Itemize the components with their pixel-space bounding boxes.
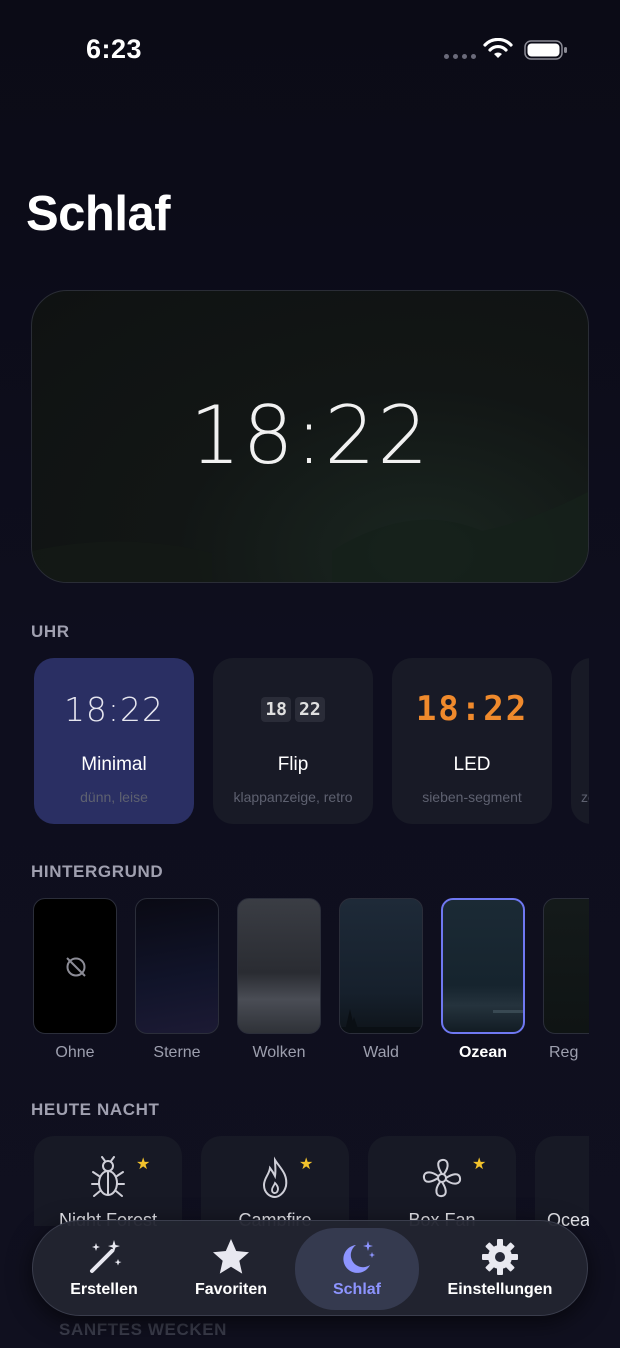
flip-sample: 18 22 bbox=[213, 688, 373, 730]
wifi-icon bbox=[483, 38, 513, 58]
background-tile-stars[interactable] bbox=[135, 898, 219, 1034]
background-tile-none[interactable] bbox=[33, 898, 117, 1034]
background-tile-rain[interactable] bbox=[543, 898, 589, 1034]
background-label: Reg bbox=[549, 1044, 579, 1061]
clock-style-partial[interactable]: ze bbox=[571, 658, 589, 824]
clock-style-desc: sieben-segment bbox=[422, 789, 522, 805]
tab-settings[interactable]: Einstellungen bbox=[425, 1221, 575, 1317]
fan-icon bbox=[368, 1156, 516, 1200]
no-image-icon bbox=[66, 957, 86, 977]
clock-style-name: LED bbox=[453, 754, 491, 775]
battery-icon bbox=[524, 40, 567, 60]
clock-preview[interactable]: 18:22 bbox=[31, 290, 589, 583]
flame-icon bbox=[201, 1156, 349, 1200]
background-list[interactable]: Ohne Sterne Wolken Wald Ozean Reg bbox=[31, 898, 589, 1068]
background-tile-ocean[interactable] bbox=[441, 898, 525, 1034]
clock-style-minimal[interactable]: 18:22 Minimal dünn, leise bbox=[34, 658, 194, 824]
sound-card-box-fan[interactable]: ★ Box Fan bbox=[368, 1136, 516, 1226]
flip-minutes: 22 bbox=[295, 696, 325, 722]
magic-wand-icon bbox=[41, 1237, 167, 1277]
favorite-star-icon: ★ bbox=[136, 1156, 151, 1173]
favorite-star-icon: ★ bbox=[299, 1156, 314, 1173]
page-title: Schlaf bbox=[26, 187, 171, 241]
bug-icon bbox=[34, 1156, 182, 1200]
clock-style-led[interactable]: 18:22 LED sieben-segment bbox=[392, 658, 552, 824]
star-icon bbox=[169, 1237, 293, 1277]
clock-style-name: Flip bbox=[277, 754, 309, 775]
flip-hours: 18 bbox=[261, 696, 291, 722]
background-label: Wald bbox=[363, 1044, 399, 1061]
tab-create[interactable]: Erstellen bbox=[41, 1221, 167, 1317]
tab-label: Schlaf bbox=[332, 1281, 381, 1298]
ocean-reflection bbox=[493, 1010, 523, 1013]
clock-style-desc: ze bbox=[581, 789, 589, 805]
background-label: Ozean bbox=[458, 1044, 507, 1061]
minimal-sample: 18:22 bbox=[63, 689, 165, 729]
gear-icon bbox=[425, 1237, 575, 1277]
sound-card-ocean[interactable]: Ocea bbox=[535, 1136, 589, 1226]
background-label: Sterne bbox=[153, 1044, 201, 1061]
section-label-gentle-wake: SANFTES WECKEN bbox=[59, 1320, 228, 1339]
section-label-background: HINTERGRUND bbox=[31, 862, 164, 881]
forest-silhouette bbox=[340, 1009, 422, 1033]
tab-favorites[interactable]: Favoriten bbox=[169, 1221, 293, 1317]
background-tile-clouds[interactable] bbox=[237, 898, 321, 1034]
clock-style-flip[interactable]: 18 22 Flip klappanzeige, retro bbox=[213, 658, 373, 824]
tab-label: Einstellungen bbox=[447, 1281, 553, 1298]
status-bar: 6:23 bbox=[0, 0, 620, 100]
status-time: 6:23 bbox=[86, 34, 143, 64]
tonight-list[interactable]: ★ Night Forest ★ Campfire ★ Box Fan Ocea bbox=[31, 1136, 589, 1226]
tab-bar: Erstellen Favoriten Schlaf Einstellungen bbox=[32, 1220, 588, 1316]
clock-style-desc: dünn, leise bbox=[80, 789, 148, 805]
background-tile-forest[interactable] bbox=[339, 898, 423, 1034]
tab-label: Favoriten bbox=[194, 1281, 267, 1298]
sound-card-campfire[interactable]: ★ Campfire bbox=[201, 1136, 349, 1226]
moon-stars-icon bbox=[295, 1237, 419, 1277]
background-label: Ohne bbox=[55, 1044, 95, 1061]
sound-card-night-forest[interactable]: ★ Night Forest bbox=[34, 1136, 182, 1226]
led-sample: 18:22 bbox=[415, 689, 529, 729]
background-label: Wolken bbox=[252, 1044, 306, 1061]
clock-style-desc: klappanzeige, retro bbox=[233, 789, 353, 805]
favorite-star-icon: ★ bbox=[472, 1156, 487, 1173]
preview-time: 18:22 bbox=[189, 389, 431, 482]
clock-style-list[interactable]: 18:22 Minimal dünn, leise 18 22 Flip kla… bbox=[31, 658, 589, 824]
tab-label: Erstellen bbox=[70, 1281, 138, 1298]
section-label-tonight: HEUTE NACHT bbox=[31, 1100, 160, 1119]
tab-sleep[interactable]: Schlaf bbox=[295, 1228, 419, 1310]
section-label-clock: UHR bbox=[31, 622, 70, 641]
clock-style-name: Minimal bbox=[81, 754, 147, 775]
cellular-signal-icon bbox=[444, 54, 476, 59]
